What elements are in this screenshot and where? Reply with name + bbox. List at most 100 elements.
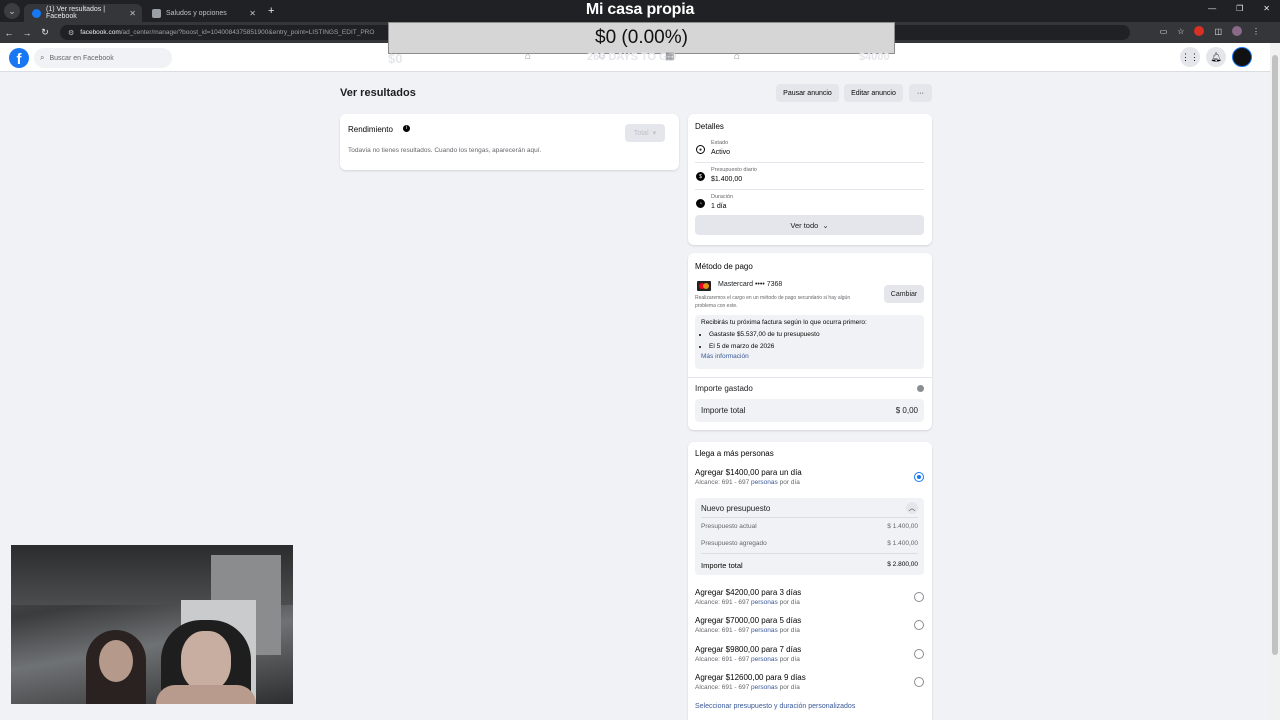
- total-spent-label: Importe total: [701, 406, 746, 415]
- see-all-label: Ver todo: [790, 220, 819, 230]
- extension-icon[interactable]: [1194, 26, 1205, 36]
- card-number: Mastercard •••• 7368: [718, 281, 783, 288]
- reload-icon[interactable]: ↻: [36, 27, 54, 38]
- url-domain: facebook.com: [80, 29, 121, 36]
- notifications-bell-icon[interactable]: 🔔︎: [1206, 47, 1226, 67]
- option-radio[interactable]: [914, 472, 924, 482]
- search-placeholder: Buscar en Facebook: [49, 54, 114, 62]
- details-card: Detalles ● Estado Activo $ Presupuesto d…: [688, 114, 932, 245]
- header-actions: ⋮⋮ 🔔︎: [1180, 47, 1252, 67]
- budget-row: Presupuesto agregado $ 1.400,00: [701, 540, 918, 547]
- reach-more-title: Llega a más personas: [695, 449, 774, 458]
- scrollbar-thumb[interactable]: [1272, 55, 1278, 655]
- divider: [701, 517, 918, 518]
- mastercard-icon: [697, 281, 711, 291]
- detail-row-duration: ◔ Duración 1 día: [695, 191, 924, 217]
- page-title: Ver resultados: [340, 87, 416, 99]
- change-payment-button[interactable]: Cambiar: [884, 285, 924, 303]
- goal-markers: $0 ⌂ ☺ 260 DAYS TO GO ▦ ⌂ $4000: [388, 51, 895, 71]
- goal-progress-bar: $0 (0.00%): [388, 22, 895, 54]
- performance-title: Rendimiento: [348, 125, 393, 134]
- page-scrollbar[interactable]: [1270, 43, 1280, 720]
- invoice-item: El 5 de marzo de 2026: [709, 341, 918, 353]
- budget-option[interactable]: Agregar $4200,00 para 3 días Alcance: 69…: [695, 588, 924, 612]
- detail-label: Presupuesto diario: [711, 167, 757, 173]
- browser-menu-icon[interactable]: ⋮: [1252, 27, 1260, 36]
- performance-card: Rendimiento i Total ▾ Todavía no tienes …: [340, 114, 679, 170]
- budget-option[interactable]: Agregar $9800,00 para 7 días Alcance: 69…: [695, 645, 924, 669]
- store-icon: ⌂: [734, 51, 741, 62]
- invoice-item: Gastaste $5.537,00 de tu presupuesto: [709, 329, 918, 341]
- chevron-up-icon[interactable]: ︿: [906, 502, 918, 514]
- budget-total-row: Importe total $ 2.800,00: [701, 561, 918, 570]
- chevron-down-icon: ⌄: [822, 220, 829, 230]
- detail-label: Estado: [711, 140, 729, 146]
- bookmark-star-icon[interactable]: ☆: [1177, 27, 1184, 36]
- chevron-down-icon: ▾: [652, 130, 657, 137]
- budget-row-value: $ 1.400,00: [887, 523, 918, 530]
- option-title: Agregar $12600,00 para 9 días: [695, 673, 806, 682]
- divider: [701, 553, 918, 554]
- forward-icon[interactable]: →: [18, 28, 36, 38]
- money-icon: $: [696, 172, 705, 181]
- avatar[interactable]: [1232, 47, 1252, 67]
- total-spent-row: Importe total $ 0,00: [695, 399, 924, 422]
- see-all-button[interactable]: Ver todo ⌄: [695, 215, 924, 235]
- empty-state-text: Todavía no tienes resultados. Cuando los…: [348, 147, 542, 154]
- pause-ad-button[interactable]: Pausar anuncio: [776, 84, 839, 102]
- budget-option[interactable]: Agregar $7000,00 para 5 días Alcance: 69…: [695, 616, 924, 640]
- menu-grid-icon[interactable]: ⋮⋮: [1180, 47, 1200, 67]
- budget-option[interactable]: Agregar $1400,00 para un día Alcance: 69…: [695, 468, 924, 492]
- site-info-icon[interactable]: ⚙: [68, 29, 74, 37]
- total-dropdown[interactable]: Total ▾: [625, 124, 665, 142]
- option-reach: Alcance: 691 - 697 personas por día: [695, 684, 800, 691]
- total-dropdown-label: Total: [633, 129, 649, 137]
- option-radio[interactable]: [914, 620, 924, 630]
- cast-icon[interactable]: ▭: [1160, 27, 1168, 36]
- option-title: Agregar $9800,00 para 7 días: [695, 645, 802, 654]
- budget-row-label: Presupuesto agregado: [701, 540, 767, 547]
- option-radio[interactable]: [914, 592, 924, 602]
- option-radio[interactable]: [914, 677, 924, 687]
- budget-row-label: Presupuesto actual: [701, 523, 757, 530]
- goal-end-label: $4000: [859, 51, 890, 63]
- status-radio-icon: ●: [696, 145, 705, 154]
- option-title: Agregar $7000,00 para 5 días: [695, 616, 802, 625]
- more-options-button[interactable]: ···: [909, 84, 932, 102]
- people-link[interactable]: personas: [751, 656, 778, 663]
- browser-profile-icon[interactable]: [1232, 26, 1242, 36]
- clock-icon: ◔: [696, 199, 705, 208]
- detail-value: Activo: [711, 149, 731, 156]
- extensions-puzzle-icon[interactable]: ◫: [1214, 27, 1222, 36]
- days-to-go-label: 260 DAYS TO GO: [587, 51, 677, 63]
- info-icon[interactable]: i: [403, 125, 410, 132]
- reach-more-card: Llega a más personas Agregar $1400,00 pa…: [688, 442, 932, 720]
- option-reach: Alcance: 691 - 697 personas por día: [695, 656, 800, 663]
- detail-row-budget: $ Presupuesto diario $1.400,00: [695, 164, 924, 190]
- budget-total-value: $ 2.800,00: [887, 561, 918, 568]
- budget-option[interactable]: Agregar $12600,00 para 9 días Alcance: 6…: [695, 673, 924, 697]
- more-info-link[interactable]: Más información: [701, 353, 918, 360]
- option-title: Agregar $4200,00 para 3 días: [695, 588, 802, 597]
- spent-title: Importe gastado: [695, 384, 753, 393]
- option-radio[interactable]: [914, 649, 924, 659]
- payment-title: Método de pago: [695, 262, 753, 271]
- people-link[interactable]: personas: [751, 599, 778, 606]
- edit-ad-button[interactable]: Editar anuncio: [844, 84, 903, 102]
- detail-label: Duración: [711, 194, 734, 200]
- details-title: Detalles: [695, 122, 724, 131]
- people-link[interactable]: personas: [751, 479, 778, 486]
- people-link[interactable]: personas: [751, 627, 778, 634]
- people-link[interactable]: personas: [751, 684, 778, 691]
- invoice-info-box: Recibirás tu próxima factura según lo qu…: [695, 315, 924, 369]
- info-icon[interactable]: [917, 385, 924, 392]
- budget-total-label: Importe total: [701, 561, 743, 570]
- extensions-area: ▭ ☆ ◫ ⋮: [1160, 26, 1260, 36]
- search-input[interactable]: ⌕ Buscar en Facebook: [34, 48, 172, 68]
- card-note: Realizaremos el cargo en un método de pa…: [695, 295, 851, 309]
- new-budget-panel: Nuevo presupuesto ︿ Presupuesto actual $…: [695, 498, 924, 575]
- detail-row-status: ● Estado Activo: [695, 137, 924, 163]
- back-icon[interactable]: ←: [0, 28, 18, 38]
- custom-budget-link[interactable]: Seleccionar presupuesto y duración perso…: [695, 703, 855, 710]
- facebook-logo-icon[interactable]: f: [9, 48, 29, 68]
